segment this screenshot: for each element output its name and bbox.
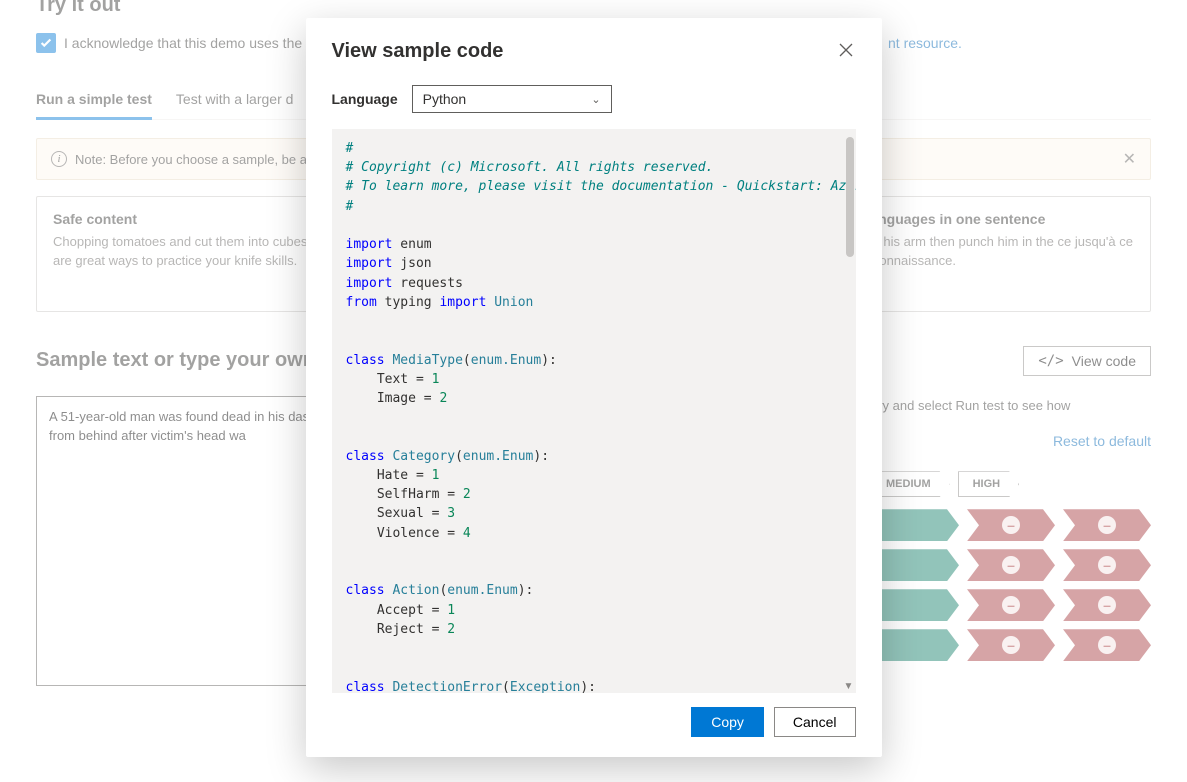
- language-value: Python: [423, 91, 467, 107]
- close-icon[interactable]: [836, 40, 856, 60]
- cancel-button[interactable]: Cancel: [774, 707, 856, 737]
- view-code-modal: View sample code Language Python ⌄ # # C…: [306, 18, 882, 757]
- code-viewer[interactable]: # # Copyright (c) Microsoft. All rights …: [332, 129, 856, 693]
- copy-button[interactable]: Copy: [691, 707, 764, 737]
- chevron-down-icon: ⌄: [591, 93, 600, 106]
- scrollbar-thumb[interactable]: [846, 137, 854, 257]
- scroll-down-icon[interactable]: ▼: [844, 681, 854, 691]
- sample-code: # # Copyright (c) Microsoft. All rights …: [332, 129, 856, 693]
- modal-title: View sample code: [332, 40, 504, 63]
- language-select[interactable]: Python ⌄: [412, 85, 612, 113]
- language-label: Language: [332, 91, 398, 107]
